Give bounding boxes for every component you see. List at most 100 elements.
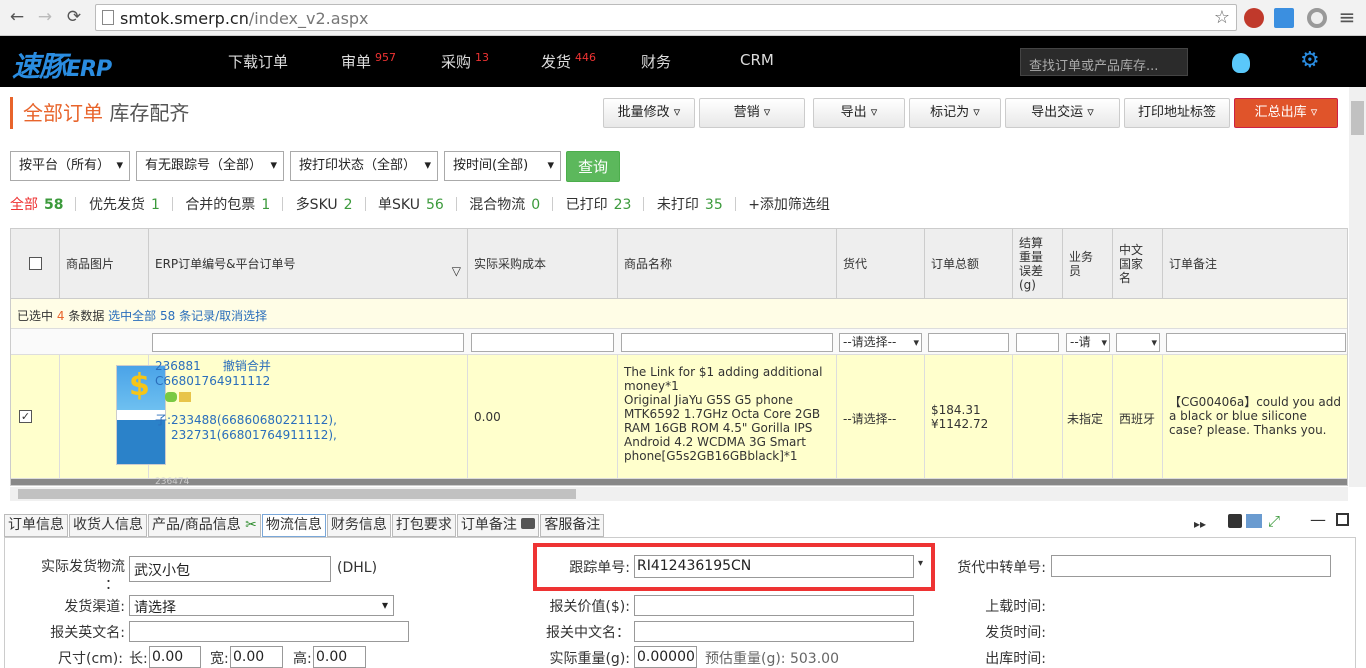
menu-review[interactable]: 审单 957 (341, 51, 396, 72)
extension-circle-icon[interactable] (1307, 8, 1327, 28)
length-input[interactable]: 0.00 (149, 646, 201, 668)
logo[interactable]: 速豚ERP (12, 45, 112, 85)
export-ship-button[interactable]: 导出交运 ▿ (1005, 98, 1120, 128)
menu-crm[interactable]: CRM (740, 51, 774, 69)
query-button[interactable]: 查询 (566, 151, 620, 182)
cancel-selection-link[interactable]: 条记录/取消选择 (179, 309, 267, 323)
en-name-input[interactable] (129, 621, 409, 642)
reload-icon[interactable]: ⟳ (63, 6, 85, 28)
forward-icon[interactable]: → (34, 6, 56, 28)
add-filter-link[interactable]: +添加筛选组 (748, 194, 830, 214)
time-select[interactable]: 按时间(全部) (444, 151, 561, 181)
message-icon[interactable] (165, 392, 177, 402)
expand-icon[interactable]: ⤢ (1268, 512, 1280, 530)
transfer-input[interactable] (1051, 555, 1331, 577)
tab-packing[interactable]: 打包要求 (391, 514, 456, 537)
note-filter[interactable] (1166, 333, 1346, 352)
save-icon[interactable] (1228, 514, 1242, 528)
tab-printed[interactable]: 已打印 23 (566, 194, 632, 214)
search-input[interactable]: 查找订单或产品库存... (1020, 48, 1188, 76)
tab-receiver[interactable]: 收货人信息 (69, 514, 147, 537)
tab-logistics[interactable]: 物流信息 (261, 514, 326, 537)
bookmark-star-icon[interactable]: ☆ (1214, 7, 1230, 28)
col-header[interactable]: ERP订单编号&平台订单号 ▽ (149, 229, 468, 299)
gear-icon[interactable]: ⚙ (1300, 48, 1320, 73)
tab-order-note[interactable]: 订单备注 (456, 514, 540, 537)
tab-all[interactable]: 全部 58 (10, 194, 63, 214)
tab-product[interactable]: 产品/商品信息 ✂ (148, 514, 261, 537)
undo-merge-link[interactable]: 撤销合并 (223, 359, 271, 373)
col-header[interactable]: 订单备注 (1163, 229, 1347, 299)
print-status-select[interactable]: 按打印状态（全部） (290, 151, 438, 181)
export-button[interactable]: 导出 ▿ (813, 98, 905, 128)
menu-download[interactable]: 下载订单 (228, 51, 288, 72)
order-id-filter[interactable] (152, 333, 464, 352)
menu-finance[interactable]: 财务 (641, 51, 671, 72)
tab-finance[interactable]: 财务信息 (326, 514, 391, 537)
col-header[interactable]: 业务 员 (1063, 229, 1113, 299)
tab-unprinted[interactable]: 未打印 35 (657, 194, 723, 214)
col-header[interactable]: 中文 国家 名 (1113, 229, 1163, 299)
tab-priority[interactable]: 优先发货 1 (89, 194, 160, 214)
tracking-select[interactable]: 有无跟踪号（全部） (136, 151, 284, 181)
menu-ship[interactable]: 发货 446 (541, 51, 596, 72)
print-label-button[interactable]: 打印地址标签 (1124, 98, 1230, 128)
col-header[interactable]: 商品名称 (618, 229, 837, 299)
tab-service-note[interactable]: 客服备注 (540, 514, 605, 537)
maximize-icon[interactable] (1336, 513, 1349, 526)
tab-mixed[interactable]: 混合物流 0 (469, 194, 540, 214)
erp-order-link[interactable]: 236881 (155, 359, 201, 373)
minimize-icon[interactable]: — (1310, 510, 1326, 529)
platform-select[interactable]: 按平台（所有） (10, 151, 130, 181)
note-icon[interactable] (179, 392, 191, 402)
batch-edit-button[interactable]: 批量修改 ▿ (603, 98, 695, 128)
country-filter[interactable] (1116, 333, 1160, 352)
scroll-thumb[interactable] (1351, 101, 1364, 135)
col-header[interactable]: 结算 重量 误差 (g) (1013, 229, 1063, 299)
width-input[interactable]: 0.00 (230, 646, 283, 668)
back-icon[interactable]: ← (6, 6, 28, 28)
next-arrow-icon[interactable]: ▸▸ (1194, 517, 1206, 531)
dropdown-arrow-icon[interactable]: ▾ (918, 558, 923, 569)
weight-filter[interactable] (1016, 333, 1059, 352)
total-filter[interactable] (928, 333, 1009, 352)
horizontal-scrollbar[interactable] (10, 487, 1348, 501)
col-header[interactable]: 订单总额 (925, 229, 1013, 299)
child-orders[interactable]: 子:233488(66860680221112), (155, 413, 337, 427)
declared-value-input[interactable] (634, 595, 914, 616)
tab-order-info[interactable]: 订单信息 (4, 514, 68, 537)
qq-icon[interactable] (1232, 53, 1250, 73)
menu-purchase[interactable]: 采购 13 (441, 51, 489, 72)
tracking-input[interactable]: RI412436195CN (634, 555, 914, 578)
forwarder-cell[interactable]: --请选择-- (837, 355, 925, 479)
salesman-filter[interactable]: --请 (1066, 333, 1110, 352)
bookmark-ext-icon[interactable] (1274, 8, 1294, 28)
col-header[interactable]: 货代 (837, 229, 925, 299)
tab-single-sku[interactable]: 单SKU 56 (378, 194, 444, 214)
scroll-thumb[interactable] (18, 489, 576, 499)
height-input[interactable]: 0.00 (313, 646, 366, 668)
mark-as-button[interactable]: 标记为 ▿ (909, 98, 1001, 128)
product-filter[interactable] (621, 333, 833, 352)
child-orders-2[interactable]: 232731(66801764911112), (155, 428, 461, 443)
adblock-icon[interactable] (1244, 8, 1264, 28)
actual-logistics-input[interactable]: 武汉小包 (129, 556, 331, 582)
channel-select[interactable]: 请选择 (129, 595, 394, 616)
table-row[interactable]: ✓ $ 236881 撤销合并 C66801764911112 子:233488(… (11, 355, 1347, 479)
marketing-button[interactable]: 营销 ▿ (699, 98, 805, 128)
col-header[interactable]: 商品图片 (60, 229, 149, 299)
forwarder-filter[interactable]: --请选择-- (839, 333, 922, 352)
col-header[interactable]: 实际采购成本 (468, 229, 618, 299)
platform-order-link[interactable]: C66801764911112 (155, 374, 461, 389)
row-checkbox[interactable]: ✓ (19, 410, 32, 423)
refresh-icon[interactable] (1246, 514, 1262, 528)
select-all-link[interactable]: 选中全部 (108, 309, 156, 323)
vertical-scrollbar[interactable] (1349, 87, 1366, 487)
weight-input[interactable]: 0.00000 (634, 646, 697, 668)
tab-multi-sku[interactable]: 多SKU 2 (296, 194, 353, 214)
cn-name-input[interactable] (634, 621, 914, 642)
menu-icon[interactable]: ≡ (1336, 6, 1358, 28)
cost-filter[interactable] (471, 333, 614, 352)
tab-merged[interactable]: 合并的包票 1 (185, 194, 270, 214)
table-row-partial[interactable]: 236474 (11, 477, 1347, 485)
